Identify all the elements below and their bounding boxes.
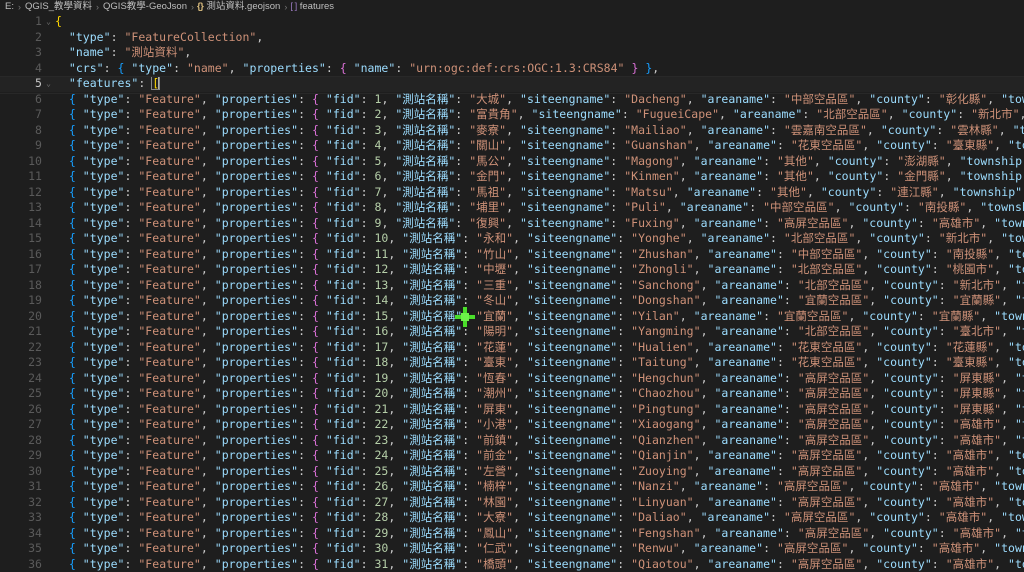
line-number: 18 (28, 277, 42, 292)
breadcrumb-separator: › (190, 2, 194, 12)
code-line[interactable]: 6 { "type": "Feature", "properties": { "… (0, 92, 1024, 108)
code-line[interactable]: 12 { "type": "Feature", "properties": { … (0, 185, 1024, 201)
breadcrumb-separator: › (96, 2, 100, 12)
fold-chevron-icon[interactable]: ⌄ (42, 14, 55, 30)
breadcrumb-folder-1[interactable]: QGIS_教學資料 (24, 0, 93, 14)
code-line[interactable]: 7 { "type": "Feature", "properties": { "… (0, 107, 1024, 123)
line-number: 25 (28, 386, 42, 400)
line-number: 26 (28, 401, 42, 416)
line-number: 19 (28, 293, 42, 307)
breadcrumb-folder-2[interactable]: QGIS教學-GeoJson (102, 0, 188, 14)
code-line[interactable]: 23 { "type": "Feature", "properties": { … (0, 355, 1024, 371)
line-number: 16 (28, 246, 42, 261)
line-number: 29 (28, 448, 42, 462)
breadcrumb-file[interactable]: 測站資料.geojson (205, 0, 281, 14)
line-number: 12 (28, 184, 42, 199)
line-number: 23 (28, 355, 42, 369)
line-number: 9 (35, 138, 42, 152)
line-number: 7 (35, 107, 42, 121)
line-number: 31 (28, 479, 42, 493)
line-number: 14 (28, 215, 42, 230)
code-line[interactable]: 33 { "type": "Feature", "properties": { … (0, 510, 1024, 526)
breadcrumb-symbol[interactable]: features (299, 0, 335, 14)
line-number: 3 (35, 45, 42, 59)
code-line[interactable]: 13 { "type": "Feature", "properties": { … (0, 200, 1024, 216)
code-line[interactable]: 22 { "type": "Feature", "properties": { … (0, 340, 1024, 356)
code-line[interactable]: 16 { "type": "Feature", "properties": { … (0, 247, 1024, 263)
code-line[interactable]: 17 { "type": "Feature", "properties": { … (0, 262, 1024, 278)
code-editor[interactable]: 1 ⌄{2 "type": "FeatureCollection", 3 "name… (0, 14, 1024, 572)
breadcrumb-separator: › (284, 2, 288, 12)
code-line[interactable]: 19 { "type": "Feature", "properties": { … (0, 293, 1024, 309)
line-number: 11 (28, 169, 42, 183)
line-number: 13 (28, 200, 42, 214)
code-line[interactable]: 24 { "type": "Feature", "properties": { … (0, 371, 1024, 387)
line-number: 21 (28, 324, 42, 338)
code-line[interactable]: 32 { "type": "Feature", "properties": { … (0, 495, 1024, 511)
code-line[interactable]: 2 "type": "FeatureCollection", (0, 30, 1024, 46)
line-number: 8 (35, 122, 42, 137)
line-number: 1 (35, 14, 42, 28)
code-line[interactable]: 21 { "type": "Feature", "properties": { … (0, 324, 1024, 340)
line-number: 4 (35, 60, 42, 75)
code-line[interactable]: 35 { "type": "Feature", "properties": { … (0, 541, 1024, 557)
code-line[interactable]: 3 "name": "測站資料", (0, 45, 1024, 61)
line-number: 33 (28, 510, 42, 524)
line-number: 32 (28, 494, 42, 509)
line-number: 27 (28, 417, 42, 431)
line-number: 17 (28, 262, 42, 276)
line-number: 15 (28, 231, 42, 245)
line-number: 28 (28, 432, 42, 447)
line-number: 2 (35, 29, 42, 44)
code-line[interactable]: 30 { "type": "Feature", "properties": { … (0, 464, 1024, 480)
line-number: 35 (28, 541, 42, 555)
json-array-icon: [ ] (290, 1, 297, 12)
code-line[interactable]: 14 { "type": "Feature", "properties": { … (0, 216, 1024, 232)
line-number: 30 (28, 463, 42, 478)
code-line[interactable]: 34 { "type": "Feature", "properties": { … (0, 526, 1024, 542)
code-line[interactable]: 18 { "type": "Feature", "properties": { … (0, 278, 1024, 294)
breadcrumb-separator: › (17, 2, 21, 12)
code-line[interactable]: 4 "crs": { "type": "name", "properties":… (0, 61, 1024, 77)
fold-chevron-icon[interactable]: ⌄ (42, 76, 55, 92)
line-number: 5 (35, 76, 42, 90)
code-line[interactable]: 25 { "type": "Feature", "properties": { … (0, 386, 1024, 402)
code-line[interactable]: 10 { "type": "Feature", "properties": { … (0, 154, 1024, 170)
code-line[interactable]: 8 { "type": "Feature", "properties": { "… (0, 123, 1024, 139)
line-number: 24 (28, 370, 42, 385)
code-line[interactable]: 31 { "type": "Feature", "properties": { … (0, 479, 1024, 495)
code-line[interactable]: 28 { "type": "Feature", "properties": { … (0, 433, 1024, 449)
breadcrumb: E: › QGIS_教學資料 › QGIS教學-GeoJson › {} 測站資… (0, 0, 1024, 14)
line-number: 6 (35, 91, 42, 106)
line-number: 20 (28, 308, 42, 323)
code-line[interactable]: 9 { "type": "Feature", "properties": { "… (0, 138, 1024, 154)
breadcrumb-root[interactable]: E: (4, 0, 15, 14)
code-line[interactable]: 36 { "type": "Feature", "properties": { … (0, 557, 1024, 572)
code-line[interactable]: 20 { "type": "Feature", "properties": { … (0, 309, 1024, 325)
code-line[interactable]: 29 { "type": "Feature", "properties": { … (0, 448, 1024, 464)
editor-lines: 1 ⌄{2 "type": "FeatureCollection", 3 "name… (0, 14, 1024, 572)
code-line[interactable]: 1 ⌄{ (0, 14, 1024, 30)
line-number: 34 (28, 525, 42, 540)
code-line[interactable]: 5 ⌄ "features": [ (0, 76, 1024, 93)
json-object-icon: {} (196, 1, 204, 12)
line-number: 10 (28, 153, 42, 168)
line-number: 22 (28, 339, 42, 354)
code-line[interactable]: 11 { "type": "Feature", "properties": { … (0, 169, 1024, 185)
line-number: 36 (28, 556, 42, 571)
code-line[interactable]: 26 { "type": "Feature", "properties": { … (0, 402, 1024, 418)
code-line[interactable]: 15 { "type": "Feature", "properties": { … (0, 231, 1024, 247)
code-line[interactable]: 27 { "type": "Feature", "properties": { … (0, 417, 1024, 433)
